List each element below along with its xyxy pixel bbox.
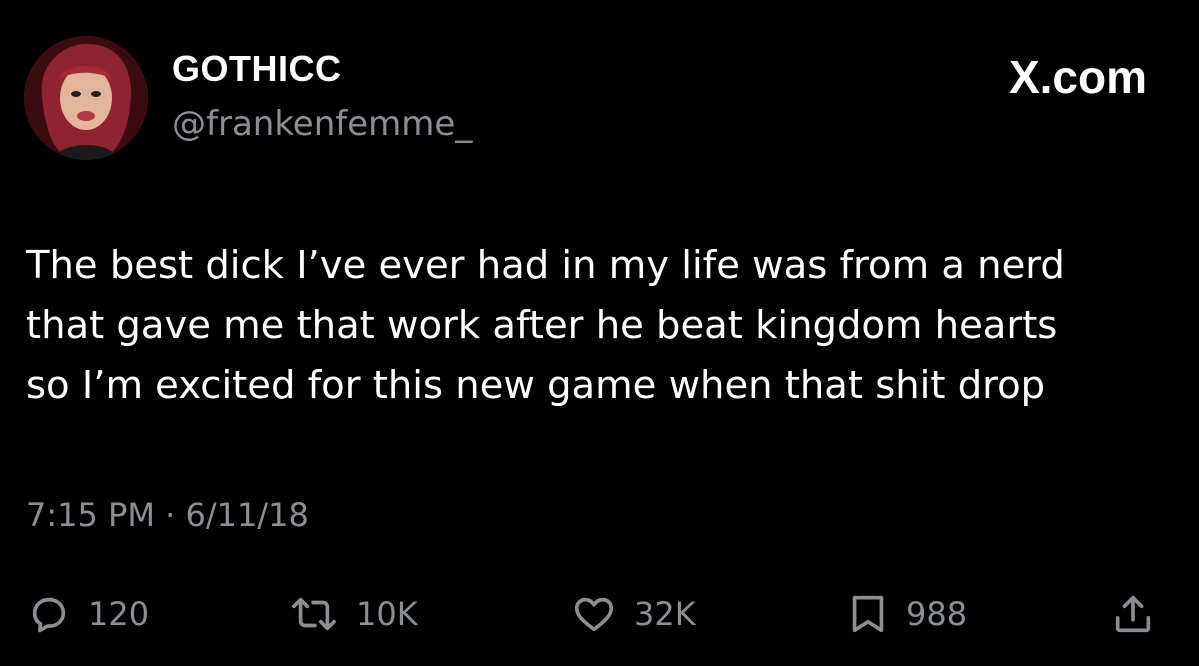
user-handle[interactable]: @frankenfemme_ <box>172 104 472 144</box>
like-count: 32K <box>634 595 696 633</box>
bookmark-count: 988 <box>906 595 968 633</box>
reply-button[interactable]: 120 <box>26 584 149 644</box>
share-button[interactable] <box>1110 584 1156 644</box>
avatar[interactable] <box>24 36 148 160</box>
heart-icon <box>570 591 618 637</box>
tweet-timestamp[interactable]: 7:15 PM · 6/11/18 <box>26 496 309 534</box>
reply-bubble-icon <box>26 591 72 637</box>
share-icon <box>1110 591 1156 637</box>
action-bar: 120 10K 32K 988 <box>0 584 1199 644</box>
repost-count: 10K <box>356 595 418 633</box>
bookmark-button[interactable]: 988 <box>846 584 967 644</box>
repost-button[interactable]: 10K <box>288 584 418 644</box>
tweet-card: GOTHICC @frankenfemme_ X.com The best di… <box>0 0 1199 666</box>
display-name[interactable]: GOTHICC <box>172 48 342 90</box>
repost-icon <box>288 591 340 637</box>
bookmark-icon <box>846 591 890 637</box>
avatar-image <box>24 36 148 160</box>
like-button[interactable]: 32K <box>570 584 696 644</box>
reply-count: 120 <box>88 595 150 633</box>
tweet-text: The best dick I’ve ever had in my life w… <box>26 243 1065 408</box>
x-brand-logo: X.com <box>1008 51 1147 103</box>
